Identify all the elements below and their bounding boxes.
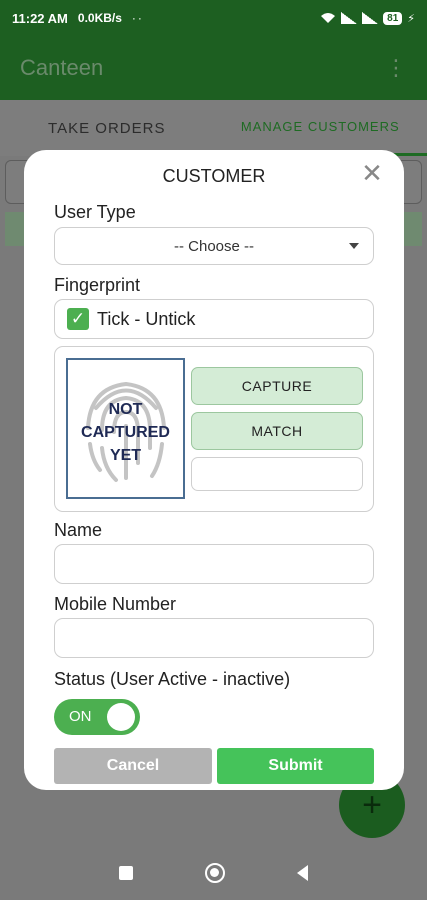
- fingerprint-panel: NOT CAPTURED YET CAPTURE MATCH: [54, 346, 374, 512]
- tab-bar: TAKE ORDERS MANAGE CUSTOMERS: [0, 100, 427, 156]
- name-label: Name: [54, 520, 103, 540]
- fingerprint-label: Fingerprint: [54, 275, 141, 295]
- mobile-number-input[interactable]: [54, 618, 374, 658]
- checkbox-checked-icon[interactable]: ✓: [67, 308, 89, 330]
- dropdown-caret-icon: [349, 243, 359, 249]
- battery-icon: 81: [383, 11, 403, 25]
- name-input[interactable]: [54, 544, 374, 584]
- status-time: 11:22 AM: [12, 10, 68, 26]
- dialog-title: CUSTOMER: [162, 166, 266, 186]
- match-button[interactable]: MATCH: [191, 412, 363, 450]
- system-nav-bar: [0, 845, 427, 900]
- tick-untick-label: Tick - Untick: [97, 308, 196, 329]
- toggle-state-text: ON: [69, 708, 92, 725]
- status-toggle-switch[interactable]: ON: [54, 699, 140, 735]
- status-label: Status (User Active - inactive): [54, 669, 291, 689]
- fingerprint-status-line-3: YET: [109, 447, 142, 464]
- user-type-label: User Type: [54, 202, 136, 222]
- tab-manage-customers[interactable]: MANAGE CUSTOMERS: [213, 100, 427, 156]
- app-bar: Canteen ⋮: [0, 36, 427, 100]
- app-title: Canteen: [20, 55, 104, 80]
- cancel-button[interactable]: Cancel: [54, 748, 212, 784]
- user-type-value: -- Choose --: [173, 237, 255, 255]
- notification-dots: ··: [131, 11, 144, 25]
- charging-icon: ⚡: [407, 12, 415, 25]
- user-type-select[interactable]: -- Choose --: [54, 227, 374, 265]
- tab-take-orders[interactable]: TAKE ORDERS: [0, 100, 214, 156]
- signal-icon: [341, 12, 358, 24]
- submit-button[interactable]: Submit: [217, 748, 374, 784]
- match-result-field[interactable]: [191, 457, 363, 491]
- recents-icon[interactable]: [119, 865, 133, 880]
- more-vert-icon[interactable]: ⋮: [385, 57, 407, 79]
- tick-untick-checkbox-row[interactable]: ✓ Tick - Untick: [54, 299, 374, 339]
- fingerprint-status-line-2: CAPTURED: [81, 424, 170, 441]
- back-icon[interactable]: [297, 864, 308, 881]
- status-network-speed: 0.0KB/s: [77, 11, 122, 25]
- toggle-knob: [107, 703, 135, 731]
- fingerprint-status-text: NOT CAPTURED YET: [68, 398, 183, 467]
- customer-dialog: CUSTOMER ✕ User Type -- Choose -- Finger…: [24, 150, 404, 790]
- fingerprint-preview: NOT CAPTURED YET: [66, 358, 185, 499]
- fingerprint-status-line-1: NOT: [108, 401, 143, 418]
- signal-icon-2: [362, 12, 379, 24]
- mobile-number-label: Mobile Number: [54, 594, 177, 614]
- close-icon[interactable]: ✕: [360, 160, 384, 186]
- plus-icon: +: [362, 785, 382, 824]
- status-bar: 11:22 AM 0.0KB/s ·· 81 ⚡: [0, 0, 427, 36]
- wifi-icon: [321, 13, 336, 23]
- home-icon[interactable]: [205, 862, 225, 883]
- capture-button[interactable]: CAPTURE: [191, 367, 363, 405]
